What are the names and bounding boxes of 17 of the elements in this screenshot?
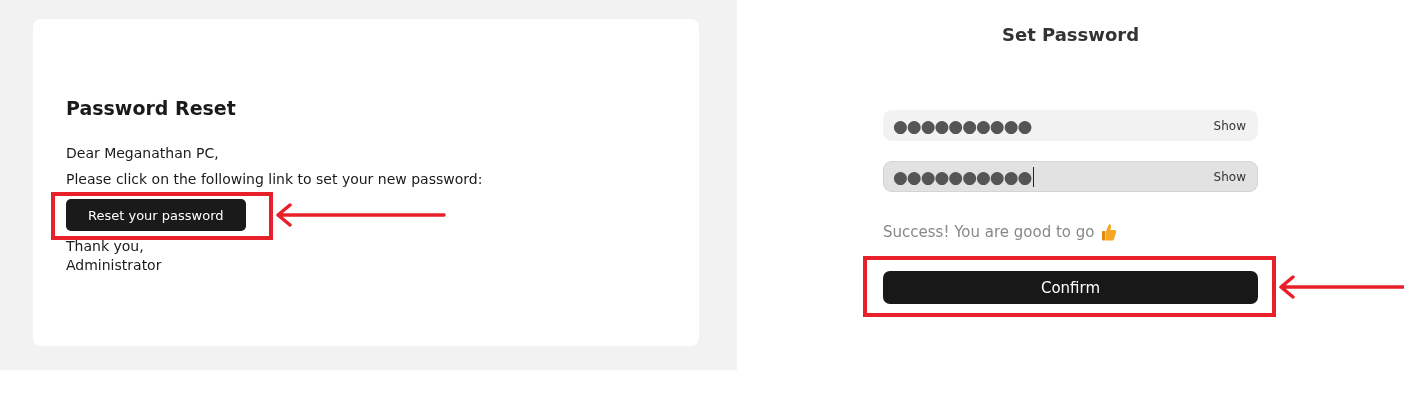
password-field[interactable]: ●●●●●●●●●● Show	[883, 161, 1258, 192]
show-toggle[interactable]: Show	[1213, 169, 1246, 184]
closing-text: Thank you,	[66, 237, 145, 256]
password-value: ●●●●●●●●●●	[893, 115, 1032, 136]
email-title: Password Reset	[66, 97, 236, 119]
instruction-text: Please click on the following link to set your new password:	[66, 170, 484, 189]
text-caret	[1033, 166, 1035, 187]
confirm-button[interactable]: Confirm	[883, 271, 1258, 304]
closing-text: Administrator	[66, 256, 163, 275]
thumbs-up-icon	[1100, 223, 1117, 241]
page-title: Set Password	[1001, 24, 1140, 45]
password-value: ●●●●●●●●●●	[893, 166, 1032, 187]
reset-password-button[interactable]: Reset your password	[66, 199, 246, 231]
password-field[interactable]: ●●●●●●●●●● Show	[883, 110, 1258, 141]
show-toggle[interactable]: Show	[1213, 118, 1246, 133]
greeting-text: Dear Meganathan PC,	[66, 144, 220, 163]
success-message: Success! You are good to go	[883, 223, 1095, 241]
